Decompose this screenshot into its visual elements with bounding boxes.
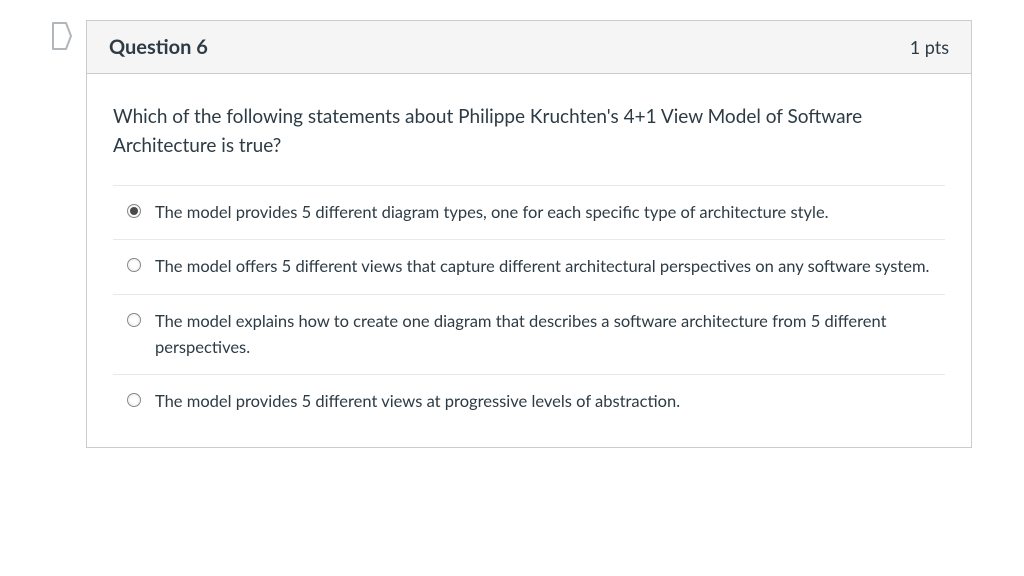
radio-icon[interactable] xyxy=(127,204,141,218)
question-body: Which of the following statements about … xyxy=(87,74,971,447)
radio-icon[interactable] xyxy=(127,258,141,272)
option-row[interactable]: The model offers 5 different views that … xyxy=(113,240,945,295)
question-container: Question 6 1 pts Which of the following … xyxy=(52,20,972,448)
option-row[interactable]: The model explains how to create one dia… xyxy=(113,295,945,375)
option-label: The model provides 5 different diagram t… xyxy=(155,200,829,226)
question-header: Question 6 1 pts xyxy=(87,21,971,74)
radio-icon[interactable] xyxy=(127,313,141,327)
question-title: Question 6 xyxy=(109,35,208,59)
option-row[interactable]: The model provides 5 different diagram t… xyxy=(113,186,945,241)
option-label: The model explains how to create one dia… xyxy=(155,309,939,360)
radio-icon[interactable] xyxy=(127,393,141,407)
question-points: 1 pts xyxy=(910,36,949,58)
bookmark-icon[interactable] xyxy=(52,22,72,50)
options-list: The model provides 5 different diagram t… xyxy=(113,185,945,429)
question-card: Question 6 1 pts Which of the following … xyxy=(86,20,972,448)
question-prompt: Which of the following statements about … xyxy=(113,102,945,161)
option-row[interactable]: The model provides 5 different views at … xyxy=(113,375,945,429)
option-label: The model provides 5 different views at … xyxy=(155,389,680,415)
option-label: The model offers 5 different views that … xyxy=(155,254,929,280)
